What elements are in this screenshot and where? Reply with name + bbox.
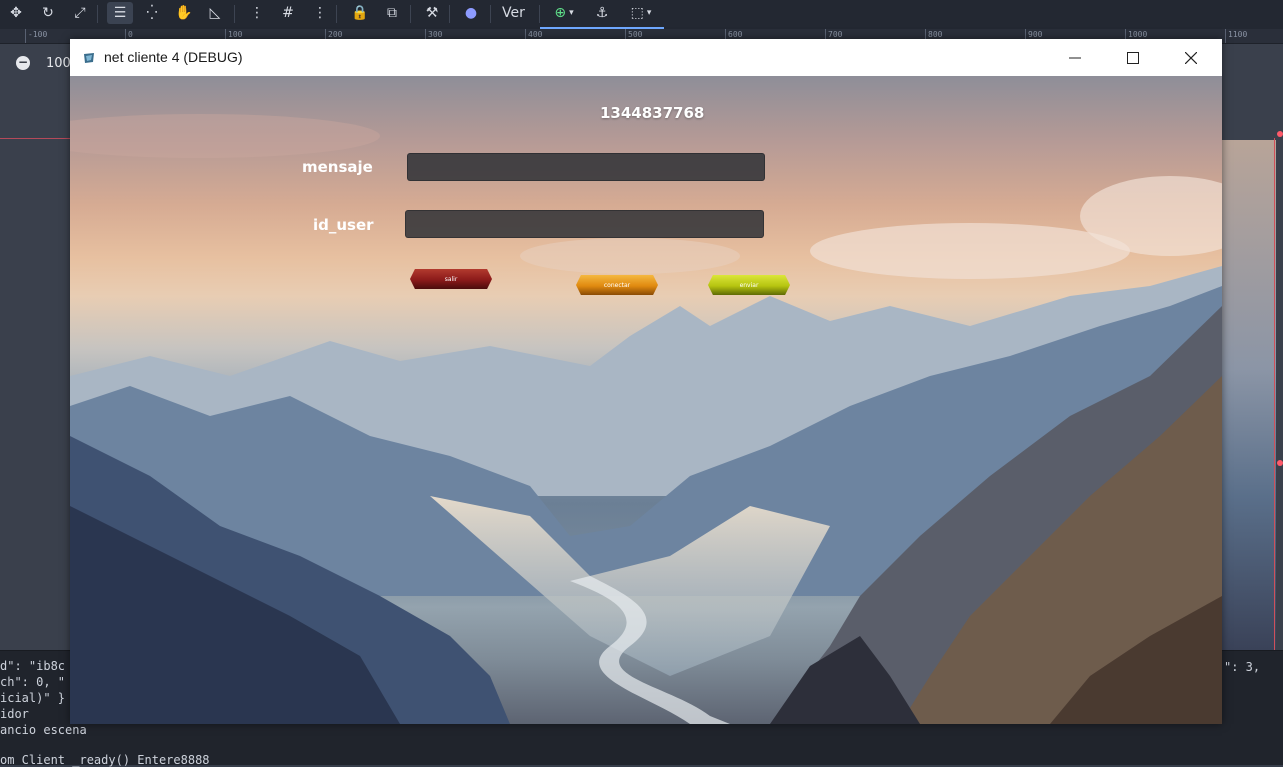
console-line: ancio escena bbox=[0, 723, 87, 737]
mensaje-label: mensaje bbox=[302, 158, 373, 176]
grid-snap-icon[interactable]: # bbox=[275, 2, 301, 24]
resize-handle[interactable] bbox=[1277, 131, 1283, 137]
group-icon[interactable]: ⧉ bbox=[379, 2, 405, 24]
console-line: ch": 0, " bbox=[0, 675, 66, 689]
zoom-level: 100 bbox=[46, 56, 71, 71]
view-menu[interactable]: Ver bbox=[502, 2, 525, 24]
toolbar-divider bbox=[234, 5, 235, 23]
move-icon[interactable]: ✥ bbox=[3, 2, 29, 24]
ruler-label: 1000 bbox=[1128, 30, 1148, 39]
console-line: idor bbox=[0, 707, 29, 721]
ruler-label: 1100 bbox=[1228, 30, 1248, 39]
more-options-icon[interactable]: ⋮ bbox=[307, 2, 333, 24]
ruler-label: 800 bbox=[928, 30, 943, 39]
toolbar-divider bbox=[539, 5, 540, 23]
camera-icon[interactable]: ● bbox=[458, 2, 484, 24]
ruler-label: 700 bbox=[828, 30, 843, 39]
smart-select-icon[interactable]: ⁛ bbox=[139, 2, 165, 24]
editor-toolbar: ✥ ↻ ⤢ ☰ ⁛ ✋ ◺ ⋮ # ⋮ 🔒 ⧉ ⚒ ● Ver ⊕ ▾ ⚓ ⬚ ▾ bbox=[0, 0, 1283, 29]
ruler-label: 600 bbox=[728, 30, 743, 39]
salir-button-label: salir bbox=[444, 275, 458, 283]
enviar-button[interactable]: enviar bbox=[708, 275, 790, 295]
pan-hand-icon[interactable]: ✋ bbox=[171, 2, 197, 24]
anchor-icon[interactable]: ⚓ bbox=[589, 2, 615, 24]
ruler-label: 900 bbox=[1028, 30, 1043, 39]
maximize-icon bbox=[1127, 51, 1139, 64]
ruler-label: 0 bbox=[128, 30, 133, 39]
add-node-icon[interactable]: ⊕ ▾ bbox=[546, 2, 582, 24]
enviar-button-label: enviar bbox=[739, 281, 759, 289]
ruler-tick bbox=[25, 29, 26, 43]
client-id-counter: 1344837768 bbox=[600, 104, 705, 122]
ruler-label: 300 bbox=[428, 30, 443, 39]
ruler-label: -100 bbox=[28, 30, 48, 39]
lock-icon[interactable]: 🔒 bbox=[347, 2, 373, 24]
id-user-input[interactable] bbox=[405, 210, 764, 238]
layout-icon[interactable]: ⬚ ▾ bbox=[621, 2, 661, 24]
ruler-label: 500 bbox=[628, 30, 643, 39]
conectar-button-label: conectar bbox=[603, 281, 631, 289]
app-icon bbox=[82, 50, 96, 64]
id-user-label: id_user bbox=[313, 216, 374, 234]
window-title: net cliente 4 (DEBUG) bbox=[104, 49, 243, 65]
rotate-icon[interactable]: ↻ bbox=[35, 2, 61, 24]
ruler-label: 400 bbox=[528, 30, 543, 39]
resize-handle[interactable] bbox=[1277, 460, 1283, 466]
minimize-button[interactable] bbox=[1046, 39, 1104, 76]
toolbar-divider bbox=[449, 5, 450, 23]
scene-boundary bbox=[1274, 138, 1275, 650]
pivot-icon[interactable]: ⋮ bbox=[244, 2, 270, 24]
scene-guide-line bbox=[0, 138, 70, 139]
toolbar-divider bbox=[97, 5, 98, 23]
toolbar-divider bbox=[490, 5, 491, 23]
ruler-tick bbox=[1225, 29, 1226, 43]
salir-button[interactable]: salir bbox=[410, 269, 492, 289]
close-button[interactable] bbox=[1162, 39, 1220, 76]
game-window: net cliente 4 (DEBUG) 1344837768 mensaje… bbox=[70, 39, 1222, 724]
toolbar-divider bbox=[410, 5, 411, 23]
scale-icon[interactable]: ⤢ bbox=[67, 2, 93, 24]
conectar-button[interactable]: conectar bbox=[576, 275, 658, 295]
window-titlebar[interactable]: net cliente 4 (DEBUG) bbox=[70, 39, 1222, 76]
maximize-button[interactable] bbox=[1104, 39, 1162, 76]
minimize-icon bbox=[1069, 57, 1081, 58]
console-line: om Client _ready() Entere8888 bbox=[0, 753, 210, 767]
ruler-label: 100 bbox=[228, 30, 243, 39]
console-line: ": 3, bbox=[1224, 660, 1261, 674]
mensaje-input[interactable] bbox=[407, 153, 765, 181]
scene-preview-edge bbox=[1222, 140, 1276, 650]
bone-icon[interactable]: ⚒ bbox=[419, 2, 445, 24]
close-icon bbox=[1185, 51, 1197, 64]
zoom-out-button[interactable]: − bbox=[16, 56, 30, 70]
ruler-icon[interactable]: ◺ bbox=[202, 2, 228, 24]
game-viewport: 1344837768 mensaje id_user salir conecta… bbox=[70, 76, 1222, 724]
console-line: icial)" } bbox=[0, 691, 66, 705]
select-icon[interactable]: ☰ bbox=[107, 2, 133, 24]
ruler-label: 200 bbox=[328, 30, 343, 39]
console-line: d": "ib8c bbox=[0, 659, 66, 673]
toolbar-divider bbox=[336, 5, 337, 23]
